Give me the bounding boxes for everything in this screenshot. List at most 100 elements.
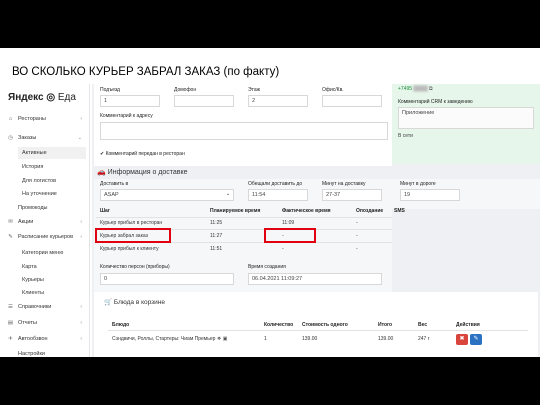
intercom-field[interactable] bbox=[174, 95, 234, 107]
sidebar-item-autodial[interactable]: ✈ Автообзвон ‹ bbox=[0, 332, 88, 346]
deliver-in-select[interactable]: ASAP bbox=[100, 189, 234, 201]
chevron-left-icon: ‹ bbox=[80, 116, 82, 122]
image-icon[interactable]: ▣ bbox=[223, 336, 228, 342]
created-field[interactable]: 06.04.2021 11:09:27 bbox=[248, 273, 382, 285]
sidebar-sub-clients[interactable]: Клиенты bbox=[22, 290, 44, 296]
step-actual: - bbox=[282, 246, 284, 252]
col-planned: Планируемое время bbox=[210, 208, 261, 214]
edit-icon: ✎ bbox=[8, 234, 13, 240]
list-icon: ☰ bbox=[8, 304, 13, 310]
online-status: В сети bbox=[398, 133, 413, 139]
floor-label: Этаж bbox=[248, 87, 260, 93]
chevron-left-icon: ‹ bbox=[80, 234, 82, 240]
sidebar-item-actions[interactable]: ✉ Акции ‹ bbox=[0, 215, 88, 229]
col-actual: Фактическое время bbox=[282, 208, 331, 214]
dishes-panel: 🛒 Блюда в корзине Блюдо Количество Стоим… bbox=[94, 292, 538, 357]
phone-text: +7495 bbox=[398, 86, 413, 92]
delete-dish-button[interactable]: ✖ bbox=[456, 334, 468, 345]
col-sms: SMS bbox=[394, 208, 405, 214]
dish-name-text: Сэндвичи, Роллы, Стартеры: Чиам Премьер bbox=[112, 336, 216, 342]
step-planned: 11:51 bbox=[210, 246, 223, 252]
logo-yandex: Яндекс bbox=[8, 92, 44, 103]
step-actual: 11:09 bbox=[282, 220, 295, 226]
to-delivery-label: Минут на доставку bbox=[322, 181, 366, 187]
delivery-panel-right: Минут в дороге 19 bbox=[392, 179, 540, 209]
entrance-field[interactable]: 1 bbox=[100, 95, 160, 107]
step-delay: - bbox=[356, 233, 358, 239]
col-price: Стоимость одного bbox=[302, 322, 348, 328]
col-actions: Действия bbox=[456, 322, 480, 328]
chevron-left-icon: ‹ bbox=[80, 336, 82, 342]
slide-title: ВО СКОЛЬКО КУРЬЕР ЗАБРАЛ ЗАКАЗ (по факту… bbox=[12, 66, 280, 78]
col-weight: Вес bbox=[418, 322, 428, 328]
intercom-label: Домофон bbox=[174, 87, 197, 93]
dishes-section-title: 🛒 Блюда в корзине bbox=[104, 298, 165, 306]
to-delivery-field[interactable]: 27-37 bbox=[322, 189, 382, 201]
col-qty: Количество bbox=[264, 322, 294, 328]
step-planned: 11:27 bbox=[210, 233, 223, 239]
sidebar-sub-map[interactable]: Карта bbox=[22, 264, 37, 270]
logo[interactable]: Яндекс ◎ Еда bbox=[8, 92, 76, 103]
col-step: Шаг bbox=[100, 208, 110, 214]
sidebar-item-reports[interactable]: ▤ Отчеты ‹ bbox=[0, 316, 88, 330]
delivery-title-text: Информация о доставке bbox=[107, 169, 188, 176]
chevron-left-icon: ‹ bbox=[80, 219, 82, 225]
phone-link[interactable]: +7495 ████ ⧉ bbox=[398, 86, 433, 92]
promised-label: Обещали доставить до bbox=[248, 181, 303, 187]
plane-icon: ✈ bbox=[8, 336, 13, 342]
sidebar-sub-clarify[interactable]: На уточнение bbox=[22, 191, 57, 197]
sidebar-item-promocodes[interactable]: Промокоды bbox=[0, 201, 88, 215]
col-dish: Блюдо bbox=[112, 322, 130, 328]
address-comment-field[interactable] bbox=[100, 122, 388, 140]
delivery-section-title: 🚗 Информация о доставке bbox=[97, 168, 188, 176]
sidebar-item-courier-schedule[interactable]: ✎ Расписание курьеров ‹ bbox=[0, 230, 88, 244]
sidebar-item-restaurants[interactable]: ⌂ Рестораны ‹ bbox=[0, 112, 88, 126]
copy-icon[interactable]: ⧉ bbox=[429, 86, 433, 92]
office-field[interactable] bbox=[322, 95, 382, 107]
sidebar-sub-active[interactable]: Активные bbox=[18, 147, 86, 159]
crm-comment-field[interactable]: Приложение bbox=[398, 107, 534, 129]
deliver-in-label: Доставить в bbox=[100, 181, 129, 187]
highlight-actual-time bbox=[264, 228, 316, 243]
top-black-bar bbox=[0, 0, 540, 48]
dish-qty: 1 bbox=[264, 336, 267, 342]
dish-price: 139.00 bbox=[302, 336, 318, 342]
step-delay: - bbox=[356, 220, 358, 226]
comment-sent-text: Комментарий передан в ресторан bbox=[105, 151, 185, 157]
dish-weight: 247 г bbox=[418, 336, 430, 342]
logo-eda: Еда bbox=[57, 92, 76, 103]
edit-dish-button[interactable]: ✎ bbox=[470, 334, 482, 345]
on-road-label: Минут в дороге bbox=[400, 181, 436, 187]
sidebar-sub-couriers[interactable]: Курьеры bbox=[22, 277, 44, 283]
home-icon: ⌂ bbox=[8, 116, 13, 122]
col-total: Итого bbox=[378, 322, 393, 328]
sidebar-item-orders[interactable]: ◷ Заказы ⌄ bbox=[0, 131, 88, 145]
dishes-title-text: Блюда в корзине bbox=[113, 299, 165, 306]
created-label: Время создания bbox=[248, 264, 286, 270]
crm-panel: +7495 ████ ⧉ Комментарий CRM к заведению… bbox=[392, 84, 540, 164]
sidebar-item-directories[interactable]: ☰ Справочники ‹ bbox=[0, 300, 88, 314]
info-icon[interactable]: ❖ bbox=[217, 336, 221, 342]
sidebar-sub-history[interactable]: История bbox=[22, 164, 43, 170]
highlight-courier-picked-step bbox=[95, 228, 171, 243]
sidebar-sub-logistics[interactable]: Для логистов bbox=[22, 178, 56, 184]
sidebar-sub-menu-categories[interactable]: Категории меню bbox=[22, 250, 63, 256]
persons-field[interactable]: 0 bbox=[100, 273, 234, 285]
step-name: Курьер прибыл в ресторан bbox=[100, 220, 163, 226]
link-icon: ✎ bbox=[473, 336, 479, 342]
car-icon: 🚗 bbox=[97, 169, 108, 176]
chevron-left-icon: ‹ bbox=[80, 304, 82, 310]
cart-icon: 🛒 bbox=[104, 299, 114, 306]
crm-comment-label: Комментарий CRM к заведению bbox=[398, 99, 473, 105]
promised-field[interactable]: 11:54 bbox=[248, 189, 308, 201]
on-road-field[interactable]: 19 bbox=[400, 189, 460, 201]
sidebar: Яндекс ◎ Еда ⌂ Рестораны ‹ ◷ Заказы ⌄ Ак… bbox=[0, 84, 90, 357]
office-label: Офис/Кв. bbox=[322, 87, 344, 93]
dish-total: 139.00 bbox=[378, 336, 394, 342]
divider bbox=[96, 217, 392, 218]
address-panel: Подъезд 1 Домофон Этаж 2 Офис/Кв. Коммен… bbox=[94, 84, 392, 166]
floor-field[interactable]: 2 bbox=[248, 95, 308, 107]
divider bbox=[108, 330, 528, 331]
persons-label: Количество персон (приборы) bbox=[100, 264, 170, 270]
report-icon: ▤ bbox=[7, 320, 14, 326]
